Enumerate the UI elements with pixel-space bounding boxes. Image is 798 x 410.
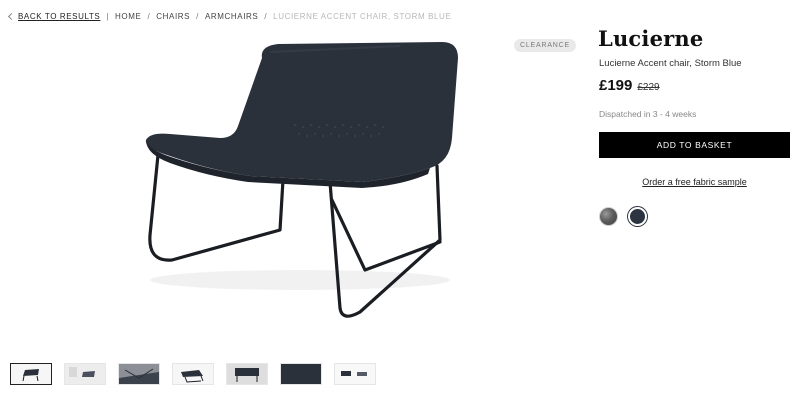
breadcrumb: BACK TO RESULTS | HOME / CHAIRS / ARMCHA… (7, 10, 452, 22)
thumbnail-3[interactable] (118, 363, 160, 385)
original-price: £229 (637, 82, 660, 93)
chevron-left-icon (7, 12, 16, 21)
chair-illustration (145, 42, 458, 318)
thumbnail-strip (10, 363, 376, 385)
swatch-storm-blue[interactable] (628, 207, 647, 226)
breadcrumb-home[interactable]: HOME (115, 12, 141, 21)
breadcrumb-current: LUCIERNE ACCENT CHAIR, STORM BLUE (273, 11, 452, 21)
thumbnail-1[interactable] (10, 363, 52, 385)
back-to-results-label: BACK TO RESULTS (18, 11, 101, 21)
colour-swatches (599, 207, 647, 226)
current-price: £199 (599, 77, 633, 94)
thumbnail-4[interactable] (172, 363, 214, 385)
breadcrumb-separator: | (106, 11, 110, 21)
back-to-results-link[interactable]: BACK TO RESULTS (7, 11, 101, 21)
thumbnail-5[interactable] (226, 363, 268, 385)
breadcrumb-armchairs[interactable]: ARMCHAIRS (205, 12, 258, 21)
thumbnail-2[interactable] (64, 363, 106, 385)
fabric-sample-link[interactable]: Order a free fabric sample (599, 177, 790, 187)
clearance-badge: CLEARANCE (514, 39, 576, 52)
product-main-image[interactable] (100, 30, 520, 335)
add-to-basket-button[interactable]: ADD TO BASKET (599, 132, 790, 158)
dispatch-info: Dispatched in 3 - 4 weeks (599, 109, 697, 119)
product-title: Lucierne (598, 26, 704, 51)
thumbnail-6[interactable] (280, 363, 322, 385)
breadcrumb-separator: / (196, 11, 199, 21)
breadcrumb-separator: / (264, 11, 268, 21)
price-row: £199 £229 (599, 77, 660, 94)
breadcrumb-separator: / (147, 11, 151, 21)
product-subtitle: Lucierne Accent chair, Storm Blue (599, 58, 742, 69)
swatch-grey[interactable] (599, 207, 618, 226)
breadcrumb-chairs[interactable]: CHAIRS (156, 12, 190, 21)
thumbnail-7[interactable] (334, 363, 376, 385)
